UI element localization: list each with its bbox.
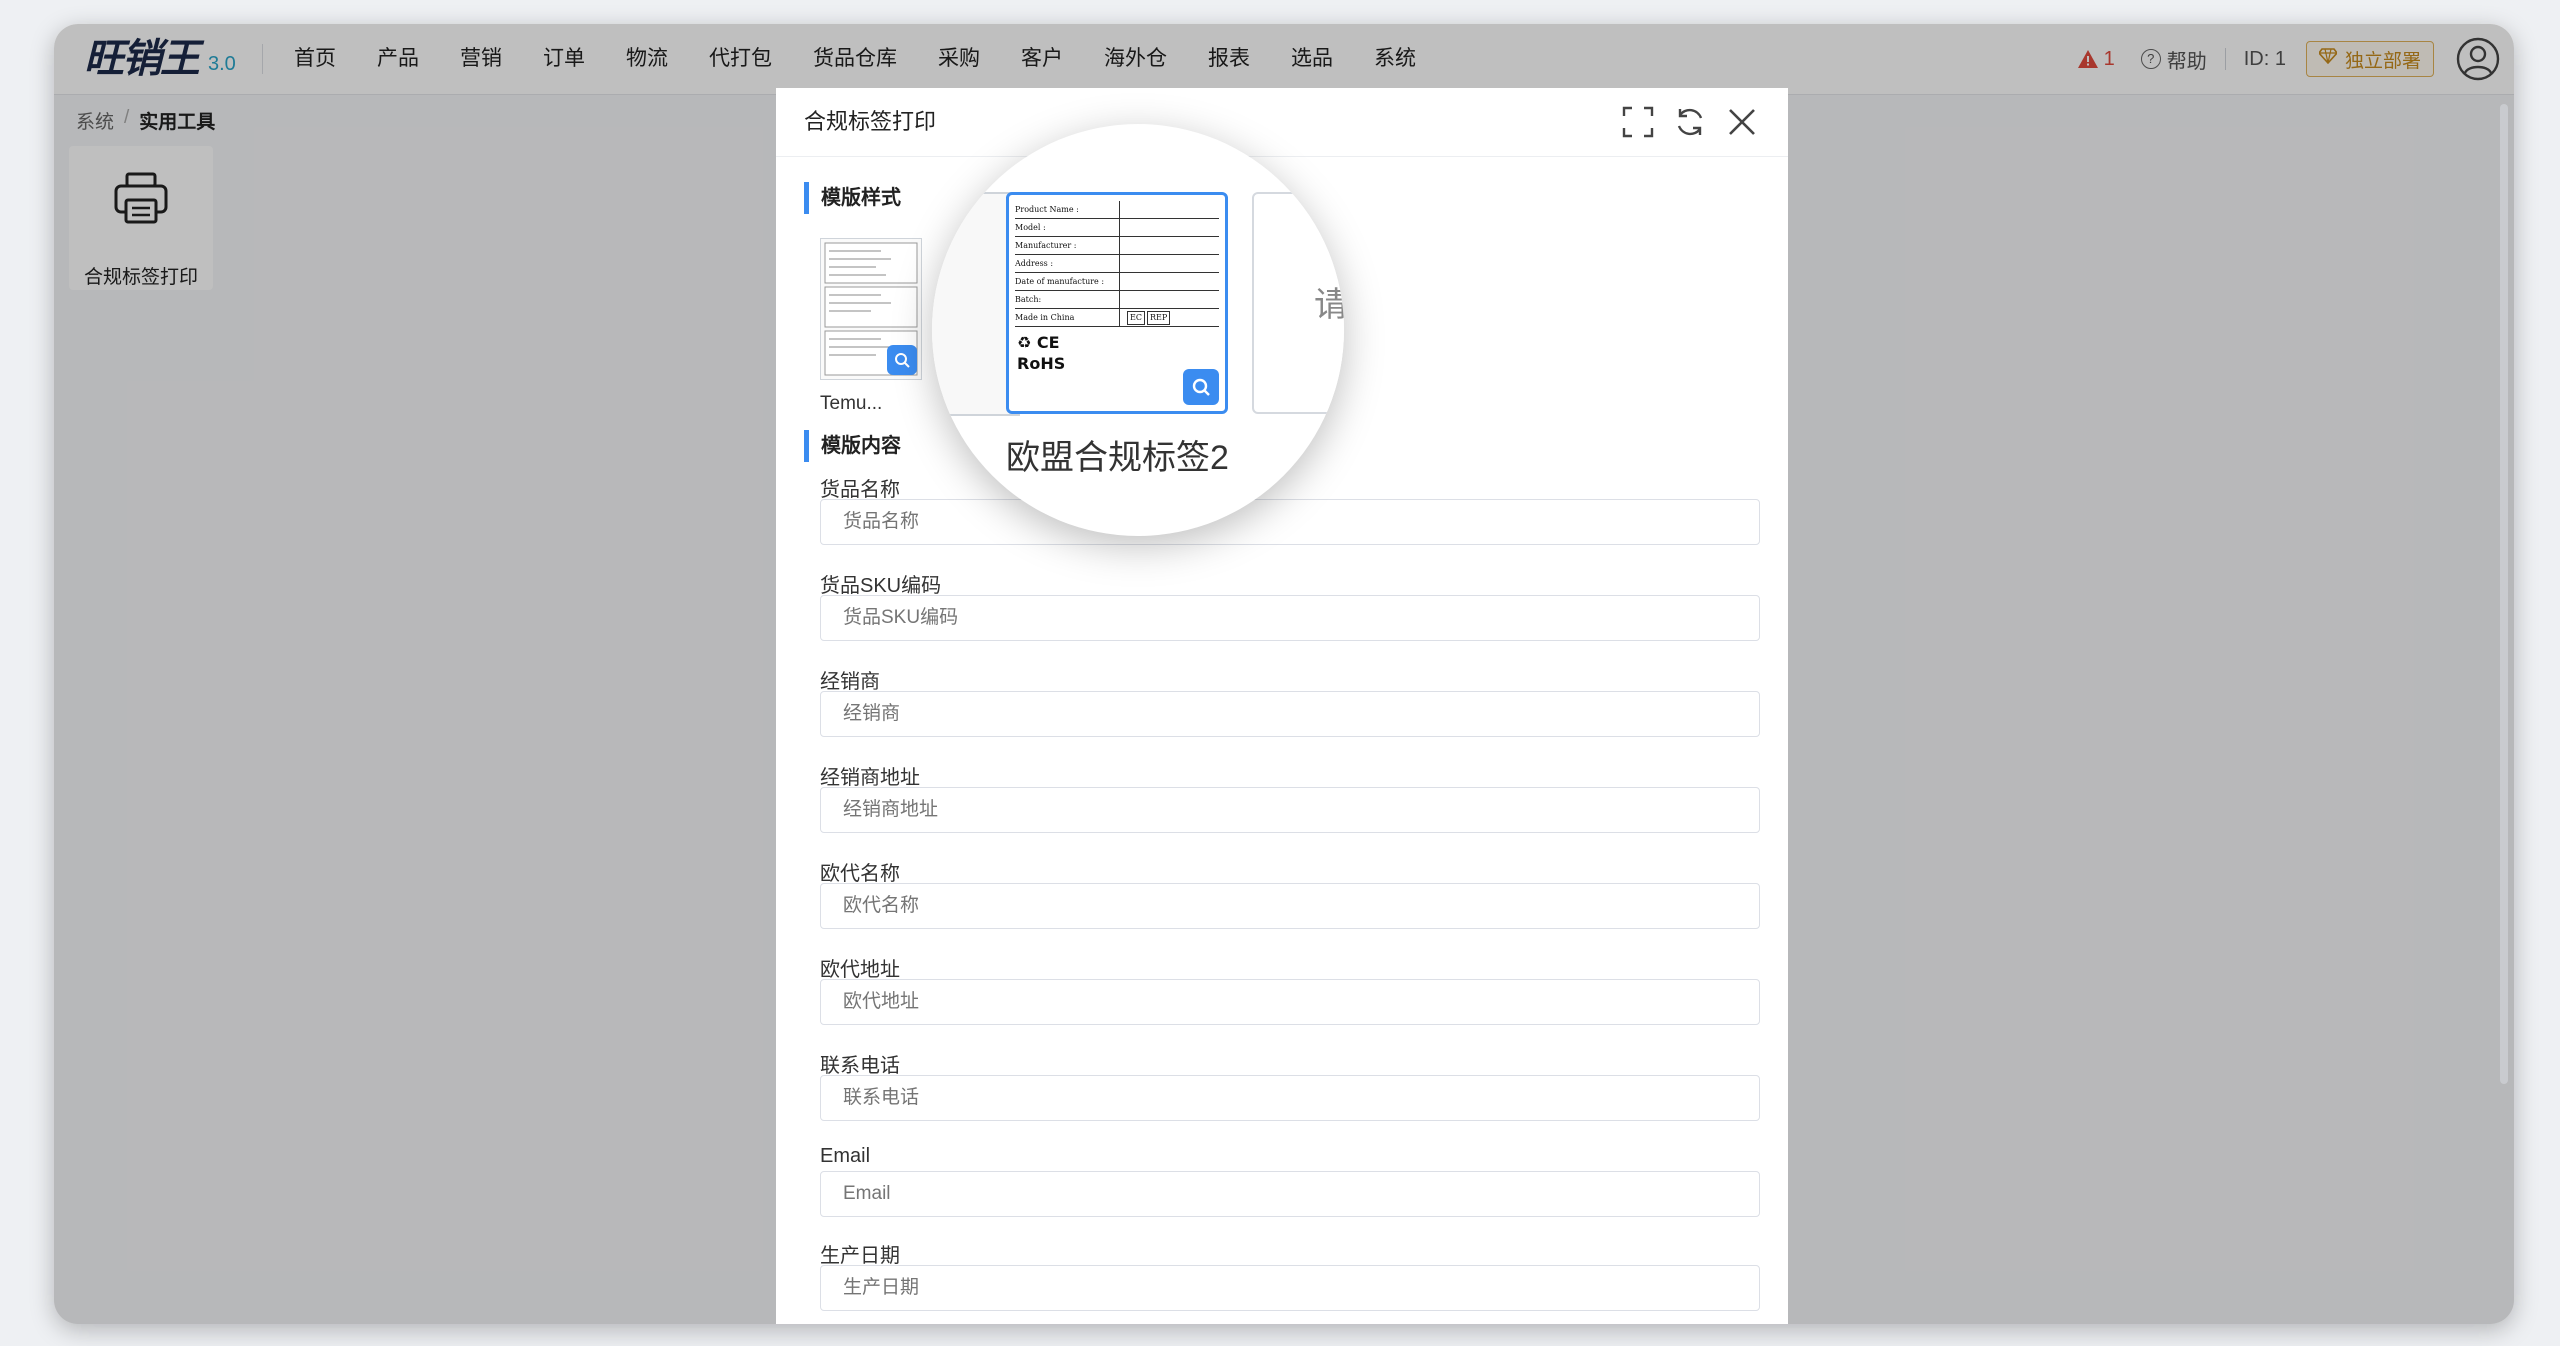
ce-mark-icon: CE — [1036, 333, 1060, 352]
production-date-input[interactable] — [820, 1265, 1760, 1311]
field-label: Email — [820, 1145, 871, 1167]
field-label: 经销商地址 — [820, 767, 920, 789]
label-line: Batch: — [1015, 291, 1219, 309]
page-scrollbar[interactable] — [2500, 104, 2508, 1084]
dialog-header: 合规标签打印 — [776, 88, 1788, 157]
template-label-eu-2: 欧盟合规标签2 — [1006, 439, 1229, 477]
field-label: 货品SKU编码 — [820, 575, 942, 597]
distributor-input[interactable] — [820, 691, 1760, 737]
field-product-name: 货品名称 — [820, 473, 1760, 569]
template-thumb-temu[interactable] — [820, 238, 922, 380]
sku-input[interactable] — [820, 595, 1760, 641]
rep-mark: REP — [1147, 311, 1171, 325]
email-input[interactable] — [820, 1171, 1760, 1217]
field-label: 货品名称 — [820, 479, 900, 501]
field-production-date: 生产日期 — [820, 1239, 1760, 1324]
template-content-heading: 模版内容 — [804, 430, 901, 462]
compliance-symbols: ♻ CE RoHS — [1017, 333, 1065, 373]
field-sku: 货品SKU编码 — [820, 569, 1760, 665]
rohs-mark: RoHS — [1017, 354, 1066, 373]
search-icon[interactable] — [1183, 369, 1219, 405]
label-line: Date of manufacture : — [1015, 273, 1219, 291]
magnifier-callout: Product Name : Model : Manufacturer : Ad… — [932, 124, 1344, 536]
template-label-temu: Temu... — [820, 393, 883, 414]
label-line: Model : — [1015, 219, 1219, 237]
field-label: 欧代名称 — [820, 863, 900, 885]
field-eu-rep-address: 欧代地址 — [820, 953, 1760, 1049]
field-phone: 联系电话 — [820, 1049, 1760, 1145]
refresh-icon[interactable] — [1674, 106, 1706, 138]
field-label: 生产日期 — [820, 1245, 900, 1267]
close-icon[interactable] — [1726, 106, 1758, 138]
label-preview-lines: Product Name : Model : Manufacturer : Ad… — [1015, 201, 1219, 327]
ec-mark: EC — [1127, 311, 1145, 325]
label-line: Address : — [1015, 255, 1219, 273]
field-eu-rep-name: 欧代名称 — [820, 857, 1760, 953]
field-label: 欧代地址 — [820, 959, 900, 981]
dialog-actions — [1622, 106, 1758, 138]
search-icon[interactable] — [887, 345, 917, 375]
dialog-title: 合规标签打印 — [804, 109, 937, 134]
field-distributor: 经销商 — [820, 665, 1760, 761]
template-style-heading: 模版样式 — [804, 182, 901, 214]
distributor-address-input[interactable] — [820, 787, 1760, 833]
phone-input[interactable] — [820, 1075, 1760, 1121]
field-email: Email — [820, 1145, 1760, 1239]
template-form: 货品名称 货品SKU编码 经销商 经销商地址 欧代名称 欧代地址 — [820, 473, 1760, 1324]
label-line: Manufacturer : — [1015, 237, 1219, 255]
template-thumb-eu-label-2[interactable]: Product Name : Model : Manufacturer : Ad… — [1006, 192, 1228, 414]
product-name-input[interactable] — [820, 499, 1760, 545]
recycle-icon: ♻ — [1017, 333, 1032, 352]
field-label: 经销商 — [820, 671, 880, 693]
app-window: 旺销王 3.0 首页 产品 营销 订单 物流 代打包 货品仓库 采购 客户 海外… — [54, 24, 2514, 1324]
label-line: Made in China EC REP — [1015, 309, 1219, 327]
label-line: Product Name : — [1015, 201, 1219, 219]
eu-rep-name-input[interactable] — [820, 883, 1760, 929]
eu-rep-address-input[interactable] — [820, 979, 1760, 1025]
field-label: 联系电话 — [820, 1055, 900, 1077]
fullscreen-icon[interactable] — [1622, 106, 1654, 138]
template-thumb-third[interactable]: 请... — [1252, 192, 1344, 414]
field-distributor-address: 经销商地址 — [820, 761, 1760, 857]
